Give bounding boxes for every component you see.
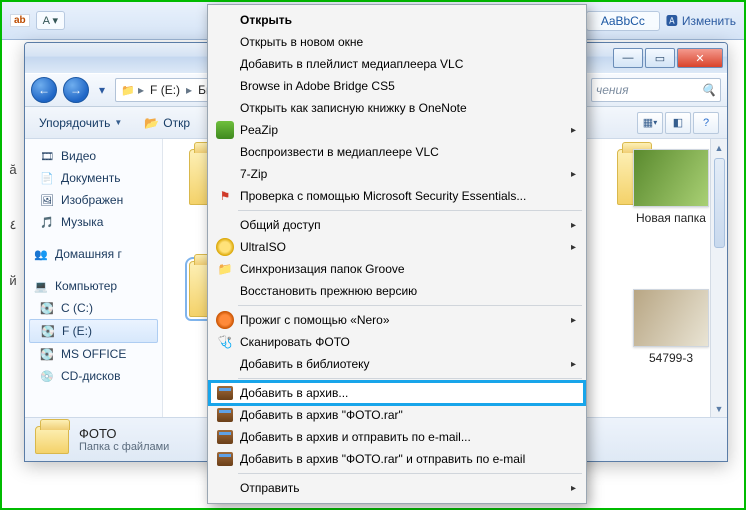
drive-icon: 💽 (40, 323, 56, 339)
submenu-icon: ▸ (571, 359, 576, 370)
doc-left-margin: ă ٤ й (2, 42, 24, 508)
ctx-winrar-add-foto-email[interactable]: Добавить в архив "ФОТО.rar" и отправить … (210, 448, 584, 470)
scroll-down-icon[interactable]: ▼ (711, 400, 727, 417)
submenu-icon: ▸ (571, 125, 576, 136)
ctx-vlc-playlist[interactable]: Добавить в плейлист медиаплеера VLC (210, 53, 584, 75)
search-icon: 🔍 (701, 83, 716, 97)
drive-icon: 💽 (39, 300, 55, 316)
forward-button[interactable]: → (63, 77, 89, 103)
cd-icon: 💿 (39, 368, 55, 384)
winrar-icon (217, 452, 233, 466)
sidebar-item-drive-f[interactable]: 💽F (E:) (29, 319, 158, 343)
back-button[interactable]: ← (31, 77, 57, 103)
ctx-7zip[interactable]: 7-Zip▸ (210, 163, 584, 185)
music-icon: 🎵 (39, 214, 55, 230)
ctx-peazip[interactable]: PeaZip▸ (210, 119, 584, 141)
folder-icon (35, 426, 69, 454)
doc-icon: 📄 (39, 170, 55, 186)
sidebar-item-images[interactable]: 🖼Изображен (25, 189, 162, 211)
change-styles-button[interactable]: 🅰 Изменить (666, 12, 736, 29)
ctx-groove-sync[interactable]: 📁Синхронизация папок Groove (210, 258, 584, 280)
folder-icon: 📁 (120, 82, 136, 98)
bc-drive[interactable]: F (E:) (146, 83, 184, 97)
sidebar-item-homegroup[interactable]: 👥Домашняя г (25, 243, 162, 265)
image-item[interactable]: Новая папка (621, 149, 721, 225)
ctx-open[interactable]: Открыть (210, 9, 584, 31)
minimize-button[interactable]: — (613, 48, 643, 68)
separator (238, 305, 582, 306)
preview-pane-button[interactable]: ◧ (665, 112, 691, 134)
image-icon: 🖼 (39, 192, 55, 208)
nero-icon (216, 311, 234, 329)
status-subtitle: Папка с файлами (79, 441, 169, 453)
separator (238, 378, 582, 379)
ctx-onenote[interactable]: Открыть как записную книжку в OneNote (210, 97, 584, 119)
status-title: ФОТО (79, 426, 169, 441)
sidebar: 🎞Видео 📄Документь 🖼Изображен 🎵Музыка 👥До… (25, 139, 163, 417)
ctx-nero-burn[interactable]: Прожиг с помощью «Nero»▸ (210, 309, 584, 331)
submenu-icon: ▸ (571, 315, 576, 326)
close-button[interactable]: ✕ (677, 48, 723, 68)
sidebar-item-documents[interactable]: 📄Документь (25, 167, 162, 189)
scrollbar-vertical[interactable]: ▲ ▼ (710, 139, 727, 417)
item-label: Новая папка (636, 211, 706, 225)
view-mode-button[interactable]: ▦▾ (637, 112, 663, 134)
maximize-button[interactable]: ▭ (645, 48, 675, 68)
ctx-share[interactable]: Общий доступ▸ (210, 214, 584, 236)
sidebar-item-computer[interactable]: 💻Компьютер (25, 275, 162, 297)
groove-icon: 📁 (216, 260, 234, 278)
ctx-vlc-play[interactable]: Воспроизвести в медиаплеере VLC (210, 141, 584, 163)
sidebar-item-video[interactable]: 🎞Видео (25, 145, 162, 167)
separator (238, 473, 582, 474)
ctx-send-to[interactable]: Отправить▸ (210, 477, 584, 499)
ctx-winrar-add-foto[interactable]: Добавить в архив "ФОТО.rar" (210, 404, 584, 426)
scroll-up-icon[interactable]: ▲ (711, 139, 727, 156)
highlight-icon: ab (10, 14, 30, 27)
ctx-ultraiso[interactable]: UltraISO▸ (210, 236, 584, 258)
image-item[interactable]: 54799-3 (621, 289, 721, 365)
homegroup-icon: 👥 (33, 246, 49, 262)
search-input[interactable]: чения 🔍 (591, 78, 721, 102)
computer-icon: 💻 (33, 278, 49, 294)
sidebar-item-drive-c[interactable]: 💽C (C:) (25, 297, 162, 319)
ctx-open-new-window[interactable]: Открыть в новом окне (210, 31, 584, 53)
ctx-restore-previous[interactable]: Восстановить прежнюю версию (210, 280, 584, 302)
paint-icon: 🅰 (666, 12, 678, 29)
winrar-icon (217, 386, 233, 400)
drive-icon: 💽 (39, 346, 55, 362)
sidebar-item-msoffice[interactable]: 💽MS OFFICE (25, 343, 162, 365)
nav-history-drop[interactable]: ▾ (95, 80, 109, 100)
submenu-icon: ▸ (571, 169, 576, 180)
item-label: 54799-3 (649, 351, 693, 365)
ctx-winrar-add-archive[interactable]: Добавить в архив... (210, 382, 584, 404)
ctx-add-library[interactable]: Добавить в библиотеку▸ (210, 353, 584, 375)
shield-icon: ⚑ (216, 187, 234, 205)
winrar-icon (217, 430, 233, 444)
organize-button[interactable]: Упорядочить▼ (33, 114, 128, 132)
context-menu: Открыть Открыть в новом окне Добавить в … (207, 4, 587, 504)
sidebar-item-music[interactable]: 🎵Музыка (25, 211, 162, 233)
ctx-adobe-bridge[interactable]: Browse in Adobe Bridge CS5 (210, 75, 584, 97)
image-thumbnail (633, 289, 709, 347)
submenu-icon: ▸ (571, 220, 576, 231)
ctx-winrar-add-email[interactable]: Добавить в архив и отправить по e-mail..… (210, 426, 584, 448)
peazip-icon (216, 121, 234, 139)
sidebar-item-cd[interactable]: 💿CD-дисков (25, 365, 162, 387)
folder-open-icon: 📂 (144, 116, 159, 130)
help-button[interactable]: ? (693, 112, 719, 134)
scroll-thumb[interactable] (714, 158, 725, 248)
style-heading[interactable]: AaBbCc (586, 11, 660, 31)
submenu-icon: ▸ (571, 483, 576, 494)
ctx-scan-foto[interactable]: 🩺Сканировать ФОТО (210, 331, 584, 353)
font-box: A ▾ (36, 11, 65, 30)
ultraiso-icon (216, 238, 234, 256)
winrar-icon (217, 408, 233, 422)
separator (238, 210, 582, 211)
ctx-mse-scan[interactable]: ⚑Проверка с помощью Microsoft Security E… (210, 185, 584, 207)
open-button[interactable]: 📂Откр (138, 114, 196, 132)
video-icon: 🎞 (39, 148, 55, 164)
scan-icon: 🩺 (216, 333, 234, 351)
image-thumbnail (633, 149, 709, 207)
submenu-icon: ▸ (571, 242, 576, 253)
